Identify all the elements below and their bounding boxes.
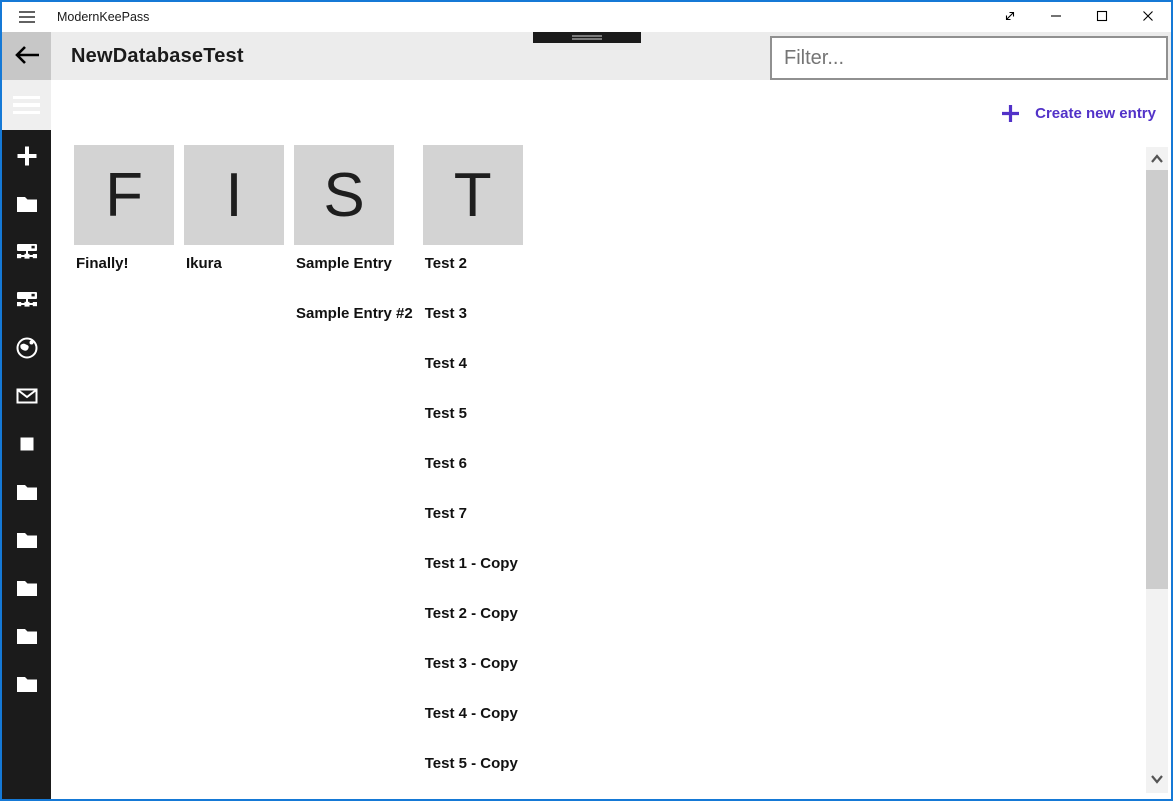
scrollbar[interactable] (1146, 147, 1168, 793)
minimize-icon (1048, 8, 1064, 27)
entry-item[interactable]: Test 6 (423, 445, 533, 495)
entry-item[interactable]: Finally! (74, 245, 184, 295)
entry-item[interactable]: Sample Entry (294, 245, 423, 295)
folder-icon (15, 528, 39, 557)
sidebar-item-folder-9[interactable] (2, 578, 51, 602)
sidebar-item-folder-8[interactable] (2, 530, 51, 554)
sidebar-item-folder-7[interactable] (2, 482, 51, 506)
entry-group-F: FFinally! (74, 145, 184, 295)
folder-icon (15, 624, 39, 653)
sidebar-item-network-3[interactable] (2, 290, 51, 314)
entry-item[interactable]: Test 5 - Copy (423, 745, 533, 795)
window-controls (987, 2, 1171, 32)
create-new-entry-label: Create new entry (1035, 105, 1156, 122)
entry-item[interactable]: Sample Entry #2 (294, 295, 423, 345)
entry-group-T: TTest 2Test 3Test 4Test 5Test 6Test 7Tes… (423, 145, 533, 795)
maximize-button[interactable] (1079, 2, 1125, 32)
sidebar-item-globe-4[interactable] (2, 338, 51, 362)
group-tile-I[interactable]: I (184, 145, 284, 245)
app-title: ModernKeePass (57, 10, 149, 24)
back-arrow-icon (13, 44, 41, 69)
folder-icon (15, 672, 39, 701)
titlebar-hamburger-icon[interactable] (15, 6, 39, 28)
page-title: NewDatabaseTest (71, 32, 244, 80)
entry-group-S: SSample EntrySample Entry #2 (294, 145, 423, 345)
create-new-entry-button[interactable]: Create new entry (1001, 104, 1156, 123)
group-tile-S[interactable]: S (294, 145, 394, 245)
plus-icon (15, 144, 39, 173)
diagonal-resize-icon (1002, 8, 1018, 27)
sidebar-item-folder-11[interactable] (2, 674, 51, 698)
plus-icon (1001, 104, 1020, 123)
drag-handle[interactable] (533, 32, 641, 43)
close-button[interactable] (1125, 2, 1171, 32)
square-icon (15, 432, 39, 461)
entry-item[interactable]: Test 4 (423, 345, 533, 395)
sidebar-item-plus-0[interactable] (2, 146, 51, 170)
globe-icon (15, 336, 39, 365)
sidebar-item-mail-5[interactable] (2, 386, 51, 410)
entry-item[interactable]: Test 4 - Copy (423, 695, 533, 745)
folder-icon (15, 576, 39, 605)
folder-icon (15, 192, 39, 221)
entry-item[interactable]: Test 2 - Copy (423, 595, 533, 645)
filter-input[interactable] (770, 36, 1168, 80)
back-button[interactable] (2, 32, 51, 80)
title-bar: ModernKeePass (2, 2, 1171, 32)
sidebar-item-folder-1[interactable] (2, 194, 51, 218)
sidebar-item-square-6[interactable] (2, 434, 51, 458)
entry-item[interactable]: Test 7 (423, 495, 533, 545)
entry-item[interactable]: Test 3 - Copy (423, 645, 533, 695)
sidebar-item-folder-10[interactable] (2, 626, 51, 650)
entry-group-I: IIkura (184, 145, 294, 295)
expand-button[interactable] (987, 2, 1033, 32)
main-content: Create new entry FFinally!IIkuraSSample … (51, 80, 1171, 799)
entry-groups: FFinally!IIkuraSSample EntrySample Entry… (74, 145, 533, 795)
network-icon (15, 288, 39, 317)
entry-item[interactable]: Test 2 (423, 245, 533, 295)
scroll-up-icon[interactable] (1146, 151, 1168, 167)
page-header: NewDatabaseTest (2, 32, 1171, 80)
group-tile-T[interactable]: T (423, 145, 523, 245)
entry-item[interactable]: Test 3 (423, 295, 533, 345)
folder-icon (15, 480, 39, 509)
scroll-down-icon[interactable] (1146, 771, 1168, 787)
entry-item[interactable]: Ikura (184, 245, 294, 295)
mail-icon (15, 384, 39, 413)
group-tile-F[interactable]: F (74, 145, 174, 245)
app-window: ModernKeePass NewDatabaseTest Create new… (0, 0, 1173, 801)
minimize-button[interactable] (1033, 2, 1079, 32)
sidebar (2, 80, 51, 799)
close-icon (1140, 8, 1156, 27)
sidebar-item-network-2[interactable] (2, 242, 51, 266)
maximize-icon (1094, 8, 1110, 27)
nav-hamburger-button[interactable] (2, 80, 51, 130)
entry-item[interactable]: Test 5 (423, 395, 533, 445)
scrollbar-thumb[interactable] (1146, 170, 1168, 589)
network-icon (15, 240, 39, 269)
entry-item[interactable]: Test 1 - Copy (423, 545, 533, 595)
